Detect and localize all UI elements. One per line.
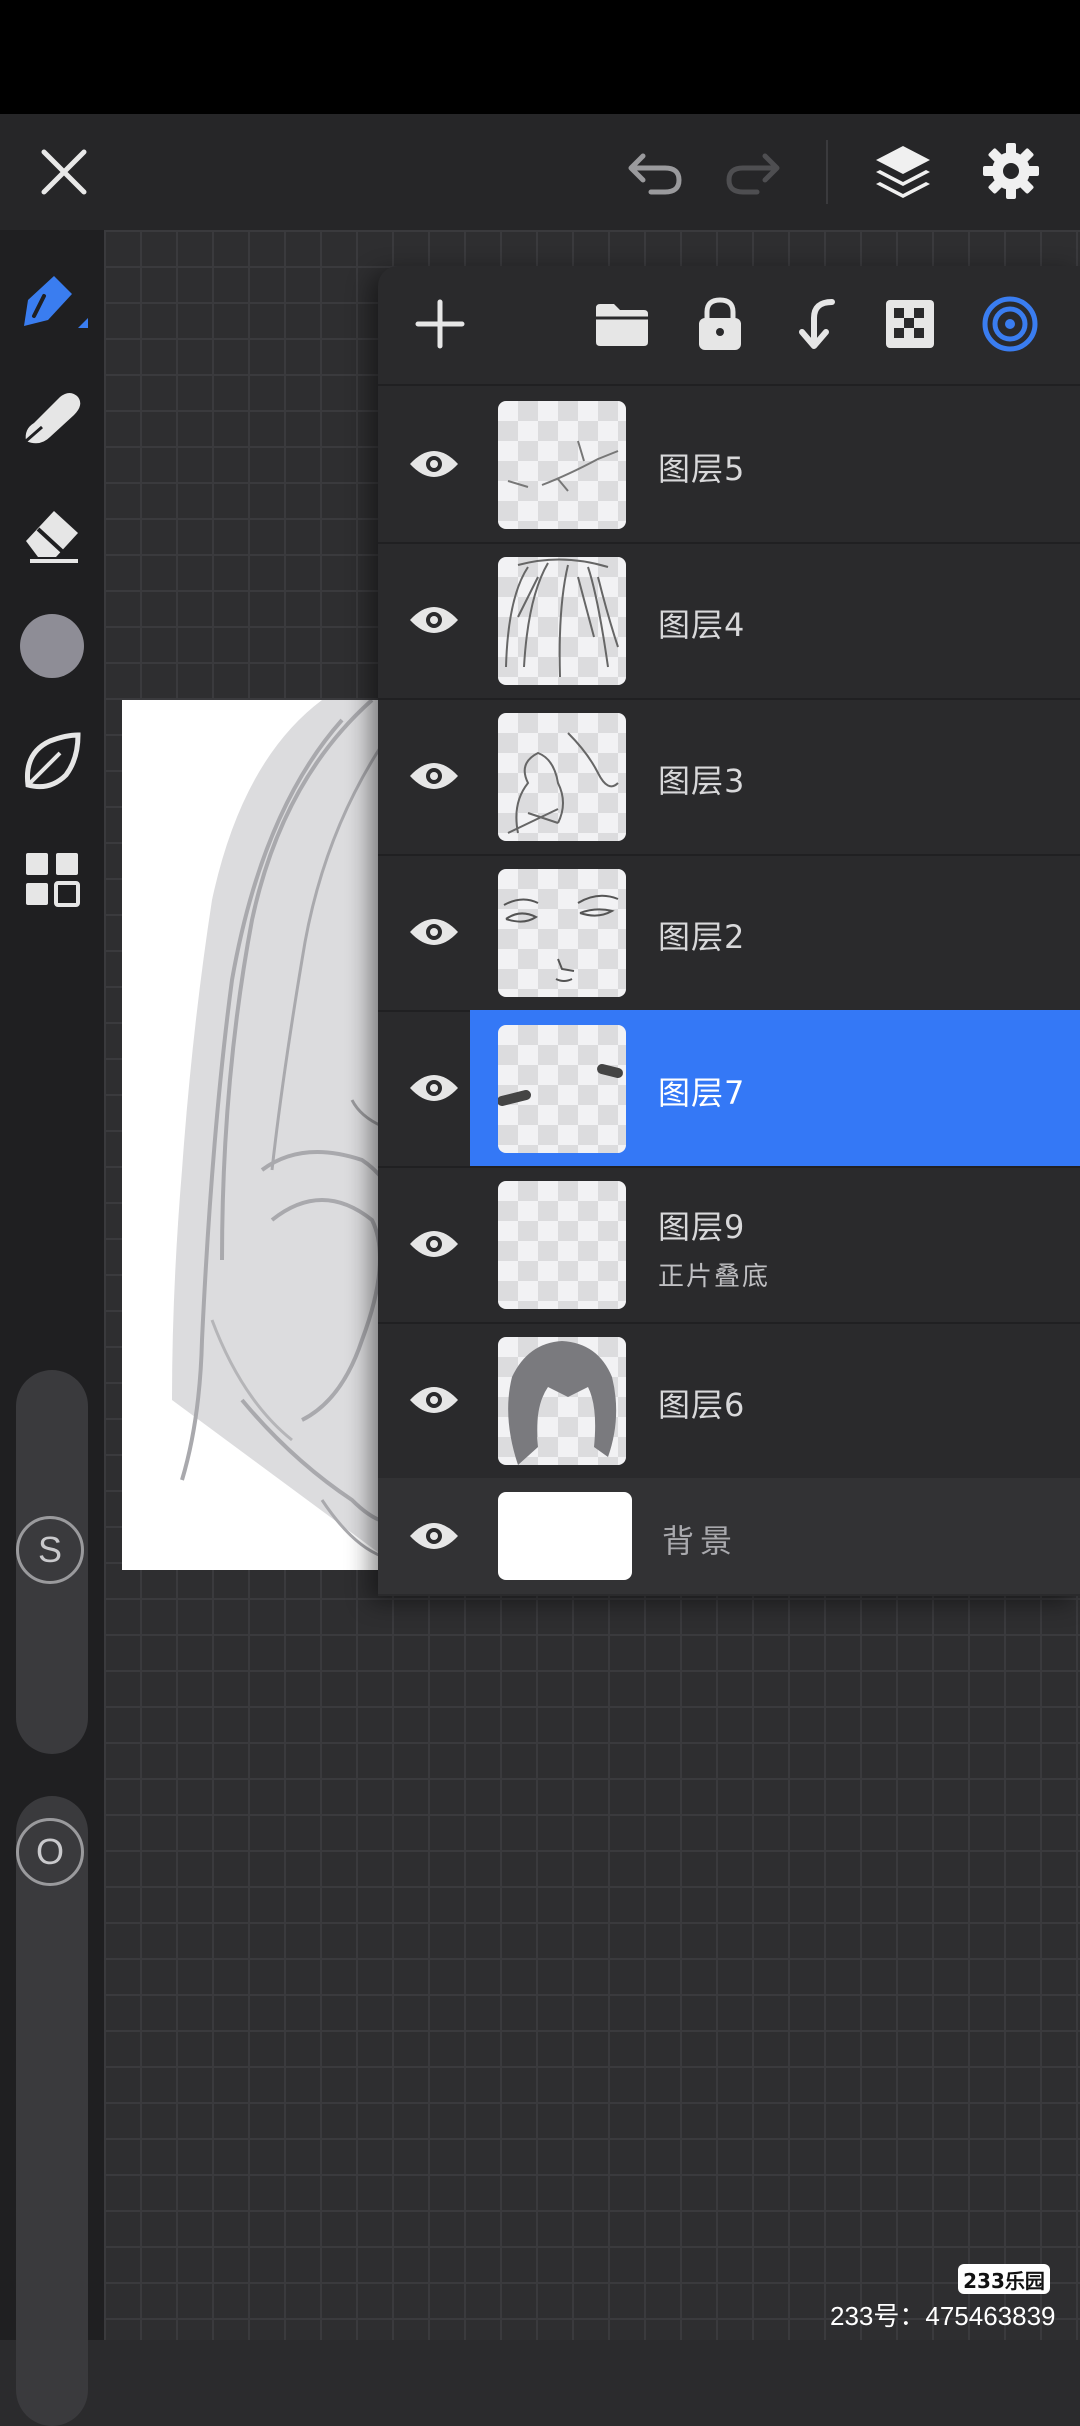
smudge-icon[interactable]: [14, 380, 90, 450]
layer-thumbnail: [498, 713, 626, 841]
layer-name: 图层4: [658, 606, 746, 644]
redo-icon[interactable]: [718, 138, 788, 206]
lock-icon[interactable]: [690, 292, 750, 356]
layer-thumbnail: [498, 869, 626, 997]
folder-icon[interactable]: [592, 294, 652, 354]
layer-name: 图层2: [658, 918, 746, 956]
layer-thumbnail: [498, 1025, 626, 1153]
layer-row[interactable]: 图层2: [378, 854, 1080, 1012]
visibility-eye-icon[interactable]: [398, 436, 470, 492]
layer-name: 背景: [662, 1522, 739, 1560]
layer-thumbnail: [498, 1181, 626, 1309]
layer-name: 图层7: [658, 1074, 746, 1112]
leaf-icon[interactable]: [14, 726, 90, 796]
left-toolbar: S O: [0, 230, 104, 2426]
layer-thumbnail: [498, 557, 626, 685]
merge-down-icon[interactable]: [786, 292, 846, 356]
close-icon[interactable]: [30, 138, 98, 206]
layers-panel: 图层5 图层4 图层3 图层2 图层7 图层9 正片叠底 图层6 背景: [378, 266, 1080, 1596]
sketch-artwork: [172, 700, 402, 1570]
brush-opacity-knob[interactable]: O: [16, 1818, 84, 1886]
visibility-eye-icon[interactable]: [398, 1216, 470, 1272]
undo-icon[interactable]: [620, 138, 690, 206]
watermark-text: 233号：475463839: [830, 2301, 1056, 2331]
top-toolbar: [0, 114, 1080, 230]
layer-row[interactable]: 图层6: [378, 1322, 1080, 1480]
brush-size-knob[interactable]: S: [16, 1516, 84, 1584]
visibility-eye-icon[interactable]: [398, 1372, 470, 1428]
layer-row[interactable]: 图层4: [378, 542, 1080, 700]
layers-icon[interactable]: [868, 136, 938, 206]
layer-name: 图层9: [658, 1208, 746, 1246]
toolbar-divider: [826, 140, 828, 204]
layer-name: 图层3: [658, 762, 746, 800]
color-swatch[interactable]: [20, 614, 84, 678]
layer-row[interactable]: 图层9 正片叠底: [378, 1166, 1080, 1324]
transparency-icon[interactable]: [880, 294, 940, 354]
visibility-eye-icon[interactable]: [398, 1508, 470, 1564]
layer-thumbnail: [498, 401, 626, 529]
layer-thumbnail: [498, 1492, 632, 1580]
visibility-eye-icon[interactable]: [398, 1060, 470, 1116]
layer-row[interactable]: 图层3: [378, 698, 1080, 856]
layer-name: 图层5: [658, 450, 746, 488]
settings-icon[interactable]: [976, 136, 1046, 206]
drawing-canvas[interactable]: [122, 700, 402, 1570]
watermark-logo: 233乐园: [958, 2264, 1050, 2294]
visibility-eye-icon[interactable]: [398, 592, 470, 648]
eraser-icon[interactable]: [14, 498, 90, 568]
layers-panel-header: [378, 266, 1080, 386]
layer-blend-mode: 正片叠底: [658, 1262, 771, 1292]
layer-name: 图层6: [658, 1386, 746, 1424]
visibility-eye-icon[interactable]: [398, 748, 470, 804]
status-bar: [0, 0, 1080, 114]
grid-icon[interactable]: [14, 844, 90, 914]
target-icon[interactable]: [978, 290, 1042, 358]
layer-row-selected[interactable]: 图层7: [378, 1010, 1080, 1168]
brush-icon[interactable]: [14, 270, 90, 340]
add-icon[interactable]: [408, 292, 472, 356]
layer-thumbnail: [498, 1337, 626, 1465]
brush-opacity-slider[interactable]: [16, 1796, 88, 2426]
layer-row[interactable]: 图层5: [378, 386, 1080, 544]
visibility-eye-icon[interactable]: [398, 904, 470, 960]
background-layer-row[interactable]: 背景: [378, 1478, 1080, 1594]
